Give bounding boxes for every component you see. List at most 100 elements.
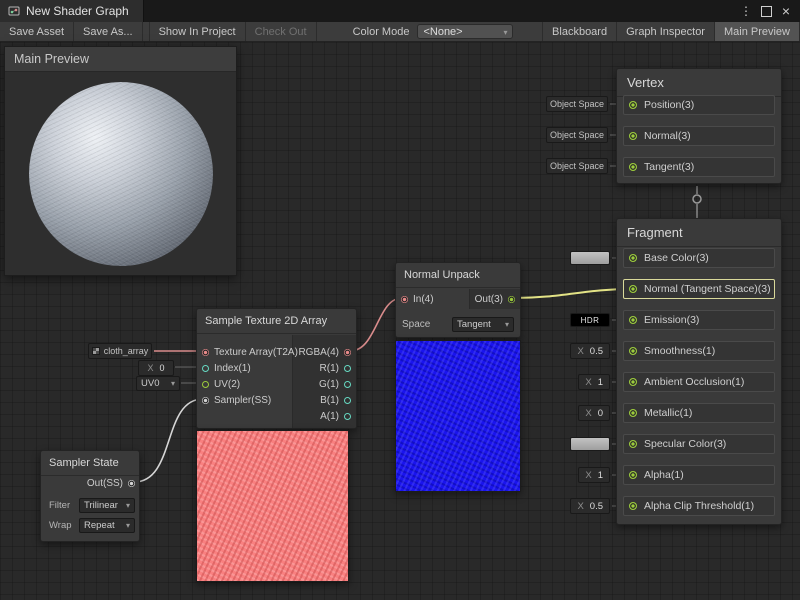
input-port-icon[interactable]: [629, 316, 637, 324]
color-mode-dropdown[interactable]: <None>: [417, 24, 513, 39]
main-preview-toggle[interactable]: Main Preview: [715, 22, 800, 41]
uv-input[interactable]: UV(2): [202, 376, 240, 392]
kebab-menu-icon[interactable]: [738, 3, 754, 19]
vertex-node[interactable]: Vertex Position(3) Normal(3) Tangent(3): [616, 68, 782, 184]
texture-array-port-icon[interactable]: [202, 349, 209, 356]
toolbar-right-group: Blackboard Graph Inspector Main Preview: [536, 22, 800, 41]
sampler-port-icon[interactable]: [202, 397, 209, 404]
sampler-state-output[interactable]: Out(SS): [87, 475, 135, 491]
shader-graph-window: New Shader Graph Save Asset Save As... S…: [0, 0, 800, 600]
input-port-icon[interactable]: [629, 347, 637, 355]
wrap-dropdown[interactable]: Repeat: [79, 518, 135, 533]
wire-sampler-state-to-sampler[interactable]: [134, 399, 203, 482]
a-port-icon[interactable]: [344, 413, 351, 420]
input-port-icon[interactable]: [629, 163, 637, 171]
sample-node-title: Sample Texture 2D Array: [197, 309, 356, 334]
port-row-emission[interactable]: Emission(3): [623, 310, 775, 330]
cloth-array-texture-chip[interactable]: cloth_array: [88, 343, 152, 359]
save-as-button[interactable]: Save As...: [74, 22, 143, 41]
dropdown-arrow-icon: [505, 319, 509, 330]
normal-unpack-out[interactable]: Out(3): [469, 289, 520, 309]
base-color-swatch[interactable]: [570, 251, 610, 265]
port-row-alpha[interactable]: Alpha(1): [623, 465, 775, 485]
g-output[interactable]: G(1): [319, 376, 351, 392]
port-row-position[interactable]: Position(3): [623, 95, 775, 115]
index-port-icon[interactable]: [202, 365, 209, 372]
maximize-icon[interactable]: [758, 3, 774, 19]
fragment-node-title: Fragment: [617, 219, 781, 247]
input-port-icon[interactable]: [629, 471, 637, 479]
normal-unpack-node[interactable]: Normal Unpack In(4) Out(3) Space Tangent: [395, 262, 521, 338]
specular-color-swatch[interactable]: [570, 437, 610, 451]
port-row-normal-tangent-space[interactable]: Normal (Tangent Space)(3): [623, 279, 775, 299]
b-port-icon[interactable]: [344, 397, 351, 404]
input-port-icon[interactable]: [629, 378, 637, 386]
port-row-base-color[interactable]: Base Color(3): [623, 248, 775, 268]
alpha-clip-threshold-field[interactable]: X0.5: [570, 498, 610, 514]
tangent-space-dropdown[interactable]: Object Space: [546, 158, 608, 174]
out-ss-port-icon[interactable]: [128, 480, 135, 487]
filter-dropdown[interactable]: Trilinear: [79, 498, 135, 513]
index-input[interactable]: Index(1): [202, 360, 251, 376]
smoothness-field[interactable]: X0.5: [570, 343, 610, 359]
rgba-port-icon[interactable]: [344, 349, 351, 356]
rgba-output[interactable]: RGBA(4): [298, 344, 351, 360]
position-space-dropdown[interactable]: Object Space: [546, 96, 608, 112]
sample-texture-2d-array-node[interactable]: Sample Texture 2D Array Texture Array(T2…: [196, 308, 357, 429]
dropdown-arrow-icon: [171, 378, 175, 389]
dropdown-arrow-icon: [126, 500, 130, 511]
r-port-icon[interactable]: [344, 365, 351, 372]
input-port-icon[interactable]: [629, 132, 637, 140]
port-row-normal[interactable]: Normal(3): [623, 126, 775, 146]
input-port-icon[interactable]: [629, 101, 637, 109]
blackboard-toggle[interactable]: Blackboard: [542, 22, 617, 41]
input-port-icon[interactable]: [629, 254, 637, 262]
normal-unpack-io-row: In(4) Out(3): [396, 289, 520, 309]
sample-texture-preview: [196, 430, 349, 582]
port-row-tangent[interactable]: Tangent(3): [623, 157, 775, 177]
document-tab[interactable]: New Shader Graph: [0, 0, 144, 22]
sampler-input[interactable]: Sampler(SS): [202, 392, 271, 408]
b-output[interactable]: B(1): [320, 392, 351, 408]
titlebar: New Shader Graph: [0, 0, 800, 22]
graph-canvas[interactable]: Main Preview Vertex Position(3) Normal(3…: [0, 42, 800, 600]
fragment-node[interactable]: Fragment Base Color(3) Normal (Tangent S…: [616, 218, 782, 525]
ambient-occlusion-field[interactable]: X1: [578, 374, 610, 390]
a-output[interactable]: A(1): [320, 408, 351, 424]
graph-inspector-toggle[interactable]: Graph Inspector: [617, 22, 715, 41]
preview-sphere: [29, 82, 213, 266]
port-row-alpha-clip-threshold[interactable]: Alpha Clip Threshold(1): [623, 496, 775, 516]
g-port-icon[interactable]: [344, 381, 351, 388]
uv-channel-dropdown[interactable]: UV0: [136, 376, 180, 391]
input-port-icon[interactable]: [629, 409, 637, 417]
sampler-state-node[interactable]: Sampler State Out(SS) Filter Trilinear W…: [40, 450, 140, 542]
input-port-icon[interactable]: [629, 502, 637, 510]
port-row-specular-color[interactable]: Specular Color(3): [623, 434, 775, 454]
uv-port-icon[interactable]: [202, 381, 209, 388]
vertex-node-title: Vertex: [617, 69, 781, 97]
dropdown-arrow-icon: [503, 26, 507, 38]
input-port-icon[interactable]: [629, 440, 637, 448]
index-value-field[interactable]: X 0: [138, 360, 174, 376]
space-dropdown[interactable]: Tangent: [452, 317, 514, 332]
port-row-smoothness[interactable]: Smoothness(1): [623, 341, 775, 361]
preview-sphere-area: [5, 72, 236, 275]
show-in-project-button[interactable]: Show In Project: [149, 22, 246, 41]
emission-hdr-swatch[interactable]: HDR: [570, 313, 610, 327]
alpha-field[interactable]: X1: [578, 467, 610, 483]
wire-out-to-normal[interactable]: [514, 289, 630, 298]
texture-array-input[interactable]: Texture Array(T2A): [202, 344, 298, 360]
main-preview-panel[interactable]: Main Preview: [4, 46, 237, 276]
r-output[interactable]: R(1): [320, 360, 351, 376]
normal-space-dropdown[interactable]: Object Space: [546, 127, 608, 143]
normal-unpack-preview: [395, 340, 521, 492]
toolbar: Save Asset Save As... Show In Project Ch…: [0, 22, 800, 42]
save-asset-button[interactable]: Save Asset: [0, 22, 74, 41]
out-port-icon[interactable]: [508, 296, 515, 303]
in-port-icon[interactable]: [401, 296, 408, 303]
port-row-metallic[interactable]: Metallic(1): [623, 403, 775, 423]
input-port-icon[interactable]: [629, 285, 637, 293]
port-row-ambient-occlusion[interactable]: Ambient Occlusion(1): [623, 372, 775, 392]
close-icon[interactable]: [778, 3, 794, 19]
metallic-field[interactable]: X0: [578, 405, 610, 421]
